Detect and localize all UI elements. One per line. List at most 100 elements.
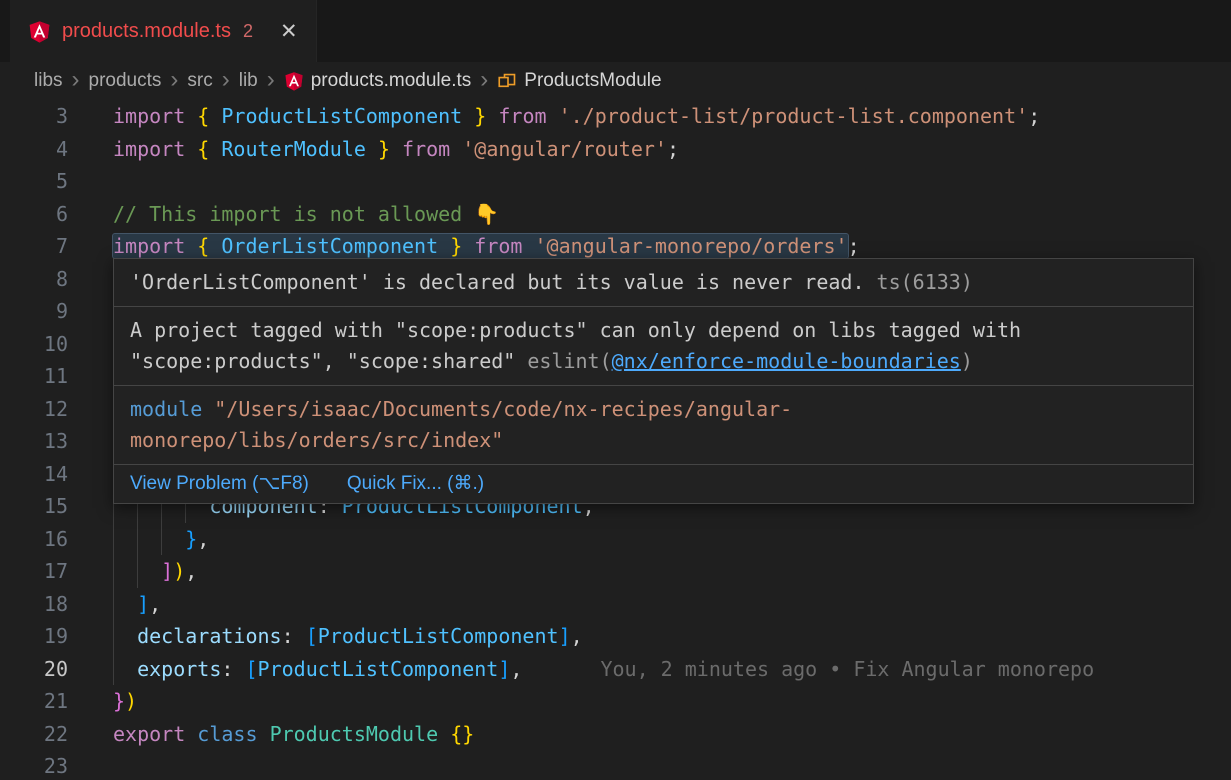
tab-close-icon[interactable]: ✕ xyxy=(280,21,298,42)
code-token: , xyxy=(571,624,583,648)
breadcrumb-item-filename[interactable]: products.module.ts xyxy=(311,70,472,92)
code-token xyxy=(209,234,221,258)
code-token: ] xyxy=(137,592,149,616)
hover-popup: 'OrderListComponent' is declared but its… xyxy=(113,258,1194,504)
breadcrumb-item-lib[interactable]: lib xyxy=(239,70,258,92)
code-token xyxy=(209,137,221,161)
angular-file-icon xyxy=(28,20,51,43)
code-line-6[interactable]: 6// This import is not allowed 👇 xyxy=(0,198,1231,231)
view-problem-action[interactable]: View Problem (⌥F8) xyxy=(130,471,309,497)
hover-eslint-diagnostic: A project tagged with "scope:products" c… xyxy=(114,307,1193,386)
code-line-3[interactable]: 3import { ProductListComponent } from '.… xyxy=(0,100,1231,133)
code-line-5[interactable]: 5 xyxy=(0,165,1231,198)
code-token: import xyxy=(113,234,185,258)
line-number: 5 xyxy=(0,165,68,198)
chevron-right-icon: › xyxy=(267,68,275,95)
line-number: 12 xyxy=(0,393,68,426)
code-token: ; xyxy=(848,234,860,258)
code-token: } xyxy=(450,234,462,258)
line-number: 9 xyxy=(0,295,68,328)
code-text: }, xyxy=(113,523,209,556)
breadcrumb-item-symbol[interactable]: ProductsModule xyxy=(524,70,661,92)
chevron-right-icon: › xyxy=(170,68,178,95)
code-editor[interactable]: 3import { ProductListComponent } from '.… xyxy=(0,100,1231,780)
line-number: 14 xyxy=(0,458,68,491)
code-token: declarations xyxy=(137,624,282,648)
eslint-source-suffix: ) xyxy=(961,349,973,373)
eslint-message-line2: "scope:products", "scope:shared" xyxy=(130,349,515,373)
code-token xyxy=(113,624,137,648)
code-text: exports: [ProductListComponent],You, 2 m… xyxy=(113,653,1094,686)
code-token xyxy=(486,104,498,128)
code-line-16[interactable]: 16 }, xyxy=(0,523,1231,556)
code-token: , xyxy=(197,527,209,551)
code-line-4[interactable]: 4import { RouterModule } from '@angular/… xyxy=(0,133,1231,166)
code-token: ] xyxy=(559,624,571,648)
code-token xyxy=(462,234,474,258)
code-token: class xyxy=(197,722,257,746)
code-line-23[interactable]: 23 xyxy=(0,750,1231,780)
code-token: ProductListComponent xyxy=(258,657,499,681)
line-number: 19 xyxy=(0,620,68,653)
line-number: 22 xyxy=(0,718,68,751)
code-line-17[interactable]: 17 ]), xyxy=(0,555,1231,588)
code-token: import xyxy=(113,104,185,128)
code-token: , xyxy=(185,559,197,583)
code-token xyxy=(113,592,137,616)
code-token: ProductListComponent xyxy=(221,104,462,128)
line-number: 21 xyxy=(0,685,68,718)
code-token xyxy=(522,234,534,258)
code-token: [ xyxy=(306,624,318,648)
vscode-window: products.module.ts 2 ✕ libs › products ›… xyxy=(0,0,1231,780)
code-token: '@angular-monorepo/orders' xyxy=(535,234,848,258)
tab-problems-badge: 2 xyxy=(243,21,253,42)
code-token: You, 2 minutes ago • Fix Angular monorep… xyxy=(600,657,1094,681)
code-token xyxy=(450,137,462,161)
quick-fix-action[interactable]: Quick Fix... (⌘.) xyxy=(347,471,484,497)
line-number: 18 xyxy=(0,588,68,621)
code-token xyxy=(258,722,270,746)
code-text: export class ProductsModule {} xyxy=(113,718,474,751)
code-line-18[interactable]: 18 ], xyxy=(0,588,1231,621)
code-token: ProductListComponent xyxy=(318,624,559,648)
breadcrumb-item-src[interactable]: src xyxy=(187,70,212,92)
code-line-22[interactable]: 22 export class ProductsModule {} xyxy=(0,718,1231,751)
tab-products-module[interactable]: products.module.ts 2 ✕ xyxy=(10,0,317,62)
code-token: RouterModule xyxy=(221,137,366,161)
code-token xyxy=(366,137,378,161)
code-line-20[interactable]: 20 exports: [ProductListComponent],You, … xyxy=(0,653,1231,686)
code-token xyxy=(209,104,221,128)
code-token: export xyxy=(113,722,185,746)
breadcrumb-item-products[interactable]: products xyxy=(89,70,162,92)
code-token: } xyxy=(474,104,486,128)
line-number: 11 xyxy=(0,360,68,393)
code-token: ; xyxy=(1028,104,1040,128)
code-token: , xyxy=(510,657,522,681)
line-number: 23 xyxy=(0,750,68,780)
code-token: from xyxy=(498,104,546,128)
code-token xyxy=(185,104,197,128)
code-token xyxy=(113,559,161,583)
error-highlight-range[interactable]: import { OrderListComponent } from '@ang… xyxy=(113,234,848,258)
code-token xyxy=(438,722,450,746)
code-token xyxy=(462,104,474,128)
code-text: // This import is not allowed 👇 xyxy=(113,198,499,231)
ts-diagnostic-source: ts(6133) xyxy=(865,270,973,294)
line-number: 3 xyxy=(0,100,68,133)
code-text: import { RouterModule } from '@angular/r… xyxy=(113,133,679,166)
code-token: exports xyxy=(137,657,221,681)
code-text: }) xyxy=(113,685,137,718)
breadcrumb-item-libs[interactable]: libs xyxy=(34,70,63,92)
eslint-rule-link[interactable]: @nx/enforce-module-boundaries xyxy=(612,349,961,373)
code-line-19[interactable]: 19 declarations: [ProductListComponent], xyxy=(0,620,1231,653)
line-number: 10 xyxy=(0,328,68,361)
breadcrumb: libs › products › src › lib › products.m… xyxy=(0,62,1231,100)
module-path-line2: monorepo/libs/orders/src/index" xyxy=(130,428,503,452)
eslint-message-line1: A project tagged with "scope:products" c… xyxy=(130,315,1177,346)
code-token xyxy=(185,234,197,258)
line-number: 15 xyxy=(0,490,68,523)
line-number: 16 xyxy=(0,523,68,556)
code-line-21[interactable]: 21}) xyxy=(0,685,1231,718)
line-number: 7 xyxy=(0,230,68,263)
tab-title: products.module.ts xyxy=(62,20,231,43)
